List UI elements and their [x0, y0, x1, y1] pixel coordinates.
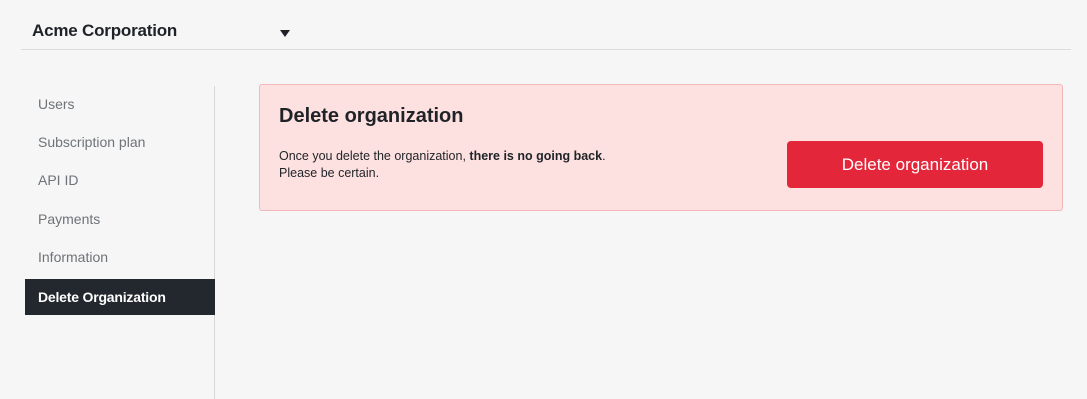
sidebar-item-payments[interactable]: Payments [25, 201, 215, 237]
warning-text-period: . [602, 149, 606, 163]
sidebar-item-subscription-plan[interactable]: Subscription plan [25, 124, 215, 160]
top-bar: Acme Corporation [21, 8, 1071, 50]
warning-text: Once you delete the organization, there … [279, 148, 606, 182]
settings-sidebar: Users Subscription plan API ID Payments … [25, 86, 215, 399]
sidebar-item-information[interactable]: Information [25, 239, 215, 275]
organization-name: Acme Corporation [32, 21, 178, 40]
sidebar-item-delete-organization[interactable]: Delete Organization [25, 279, 215, 315]
warning-text-emphasis: there is no going back [469, 149, 603, 163]
sidebar-item-api-id[interactable]: API ID [25, 162, 215, 198]
sidebar-item-users[interactable]: Users [25, 86, 215, 122]
organization-selector[interactable]: Acme Corporation [21, 8, 311, 50]
delete-organization-button[interactable]: Delete organization [787, 141, 1043, 188]
caret-down-icon [280, 30, 290, 37]
warning-text-line2: Please be certain. [279, 166, 380, 180]
warning-text-intro: Once you delete the organization, [279, 149, 470, 163]
panel-title: Delete organization [279, 105, 464, 127]
delete-organization-panel: Delete organization Once you delete the … [259, 84, 1063, 211]
